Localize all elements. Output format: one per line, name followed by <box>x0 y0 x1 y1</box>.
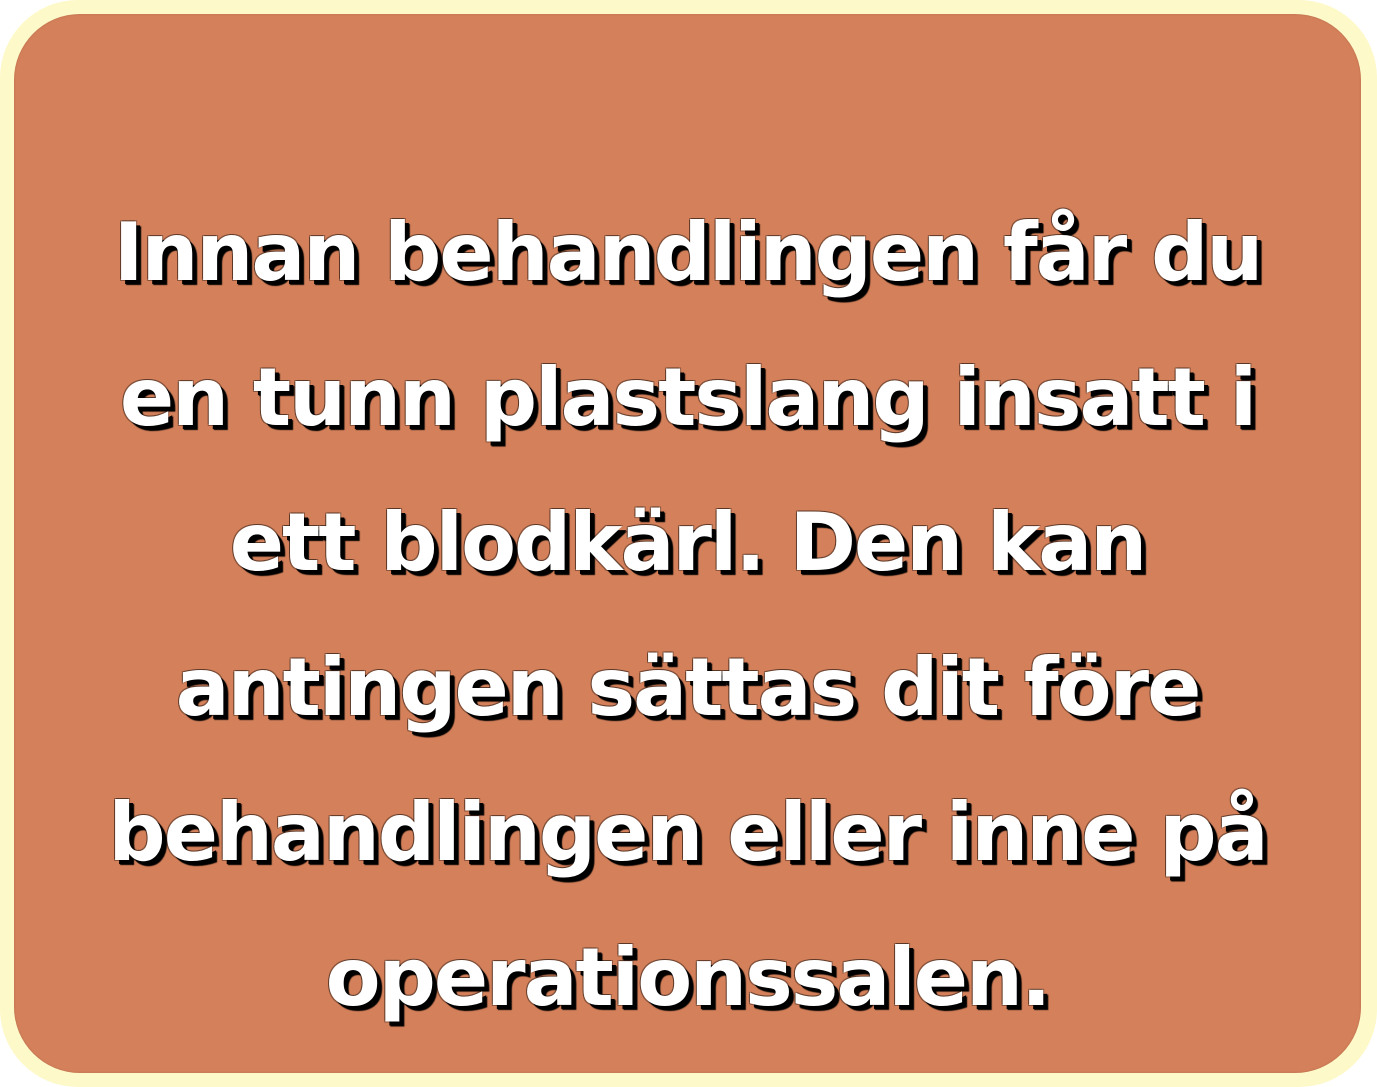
message-line-6: operationssalen. <box>325 931 1052 1024</box>
message-line-4: antingen sättas dit före <box>175 641 1202 734</box>
message-line-1: Innan behandlingen får du <box>113 206 1264 299</box>
message-line-5: behandlingen eller inne på <box>108 786 1268 879</box>
message-line-2: en tunn plastslang insatt i <box>119 351 1257 444</box>
info-card: Innan behandlingen får du en tunn plasts… <box>14 14 1361 1073</box>
message-line-3: ett blodkärl. Den kan <box>229 496 1147 589</box>
card-message: Innan behandlingen får du en tunn plasts… <box>14 180 1361 1050</box>
card-border: Innan behandlingen får du en tunn plasts… <box>0 0 1377 1087</box>
